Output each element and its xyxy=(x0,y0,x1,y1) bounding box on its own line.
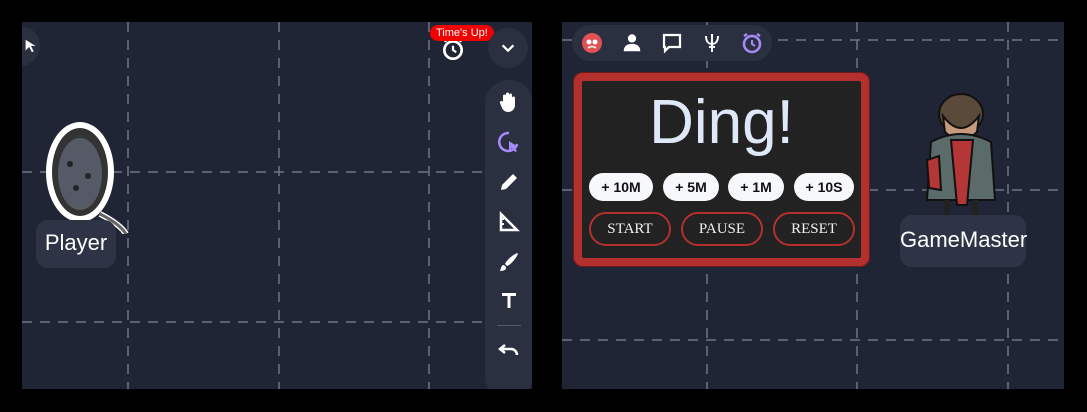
add-10s-button[interactable]: + 10S xyxy=(794,173,854,201)
alarm-clock-icon xyxy=(742,32,762,54)
add-1m-button[interactable]: + 1M xyxy=(728,173,784,201)
tool-brush[interactable] xyxy=(497,250,521,274)
tool-undo[interactable] xyxy=(497,338,521,362)
trident-button[interactable] xyxy=(700,31,724,55)
tool-text[interactable] xyxy=(497,288,521,312)
add-5m-button[interactable]: + 5M xyxy=(663,173,719,201)
gm-view-panel: Ding! + 10M + 5M + 1M + 10S START PAUSE … xyxy=(562,22,1064,389)
ruler-triangle-icon xyxy=(499,210,521,232)
timer-widget: Ding! + 10M + 5M + 1M + 10S START PAUSE … xyxy=(573,72,870,267)
tool-pencil[interactable] xyxy=(497,170,521,194)
person-icon xyxy=(623,34,641,52)
tool-ruler[interactable] xyxy=(497,210,521,234)
chat-button[interactable] xyxy=(660,31,684,55)
player-view-panel: Player Time's Up! xyxy=(22,22,532,389)
players-button[interactable] xyxy=(620,31,644,55)
gamemaster-token-label: GameMaster xyxy=(900,215,1027,267)
pencil-icon xyxy=(501,174,517,190)
chat-icon xyxy=(662,33,682,54)
tool-measure[interactable] xyxy=(497,130,521,154)
trident-icon xyxy=(705,34,719,52)
tool-hand[interactable] xyxy=(497,90,521,114)
extension-logo-button[interactable] xyxy=(580,31,604,55)
reset-button[interactable]: RESET xyxy=(773,212,855,246)
tools-toolbar xyxy=(485,80,532,389)
timer-inner-panel: Ding! + 10M + 5M + 1M + 10S START PAUSE … xyxy=(582,81,861,258)
extension-toolbar xyxy=(572,25,772,61)
start-button[interactable]: START xyxy=(589,212,671,246)
timer-display: Ding! xyxy=(649,88,794,157)
timer-extension-button[interactable] xyxy=(740,31,764,55)
extension-logo-icon xyxy=(582,33,602,53)
add-10m-button[interactable]: + 10M xyxy=(589,173,653,201)
brush-icon xyxy=(500,253,518,271)
times-up-badge: Time's Up! xyxy=(430,25,494,41)
undo-icon xyxy=(497,344,519,356)
gamemaster-token[interactable] xyxy=(917,90,1002,220)
toolbar-divider xyxy=(497,325,521,326)
pause-button[interactable]: PAUSE xyxy=(681,212,763,246)
player-token-label: Player xyxy=(36,220,116,268)
player-rat-token[interactable] xyxy=(40,104,130,234)
measure-circle-icon xyxy=(497,131,519,153)
chevron-down-icon xyxy=(501,44,515,53)
pointer-icon xyxy=(25,39,36,53)
text-tool-icon xyxy=(502,293,516,308)
hand-icon xyxy=(499,92,515,112)
collapse-button[interactable] xyxy=(488,28,528,68)
